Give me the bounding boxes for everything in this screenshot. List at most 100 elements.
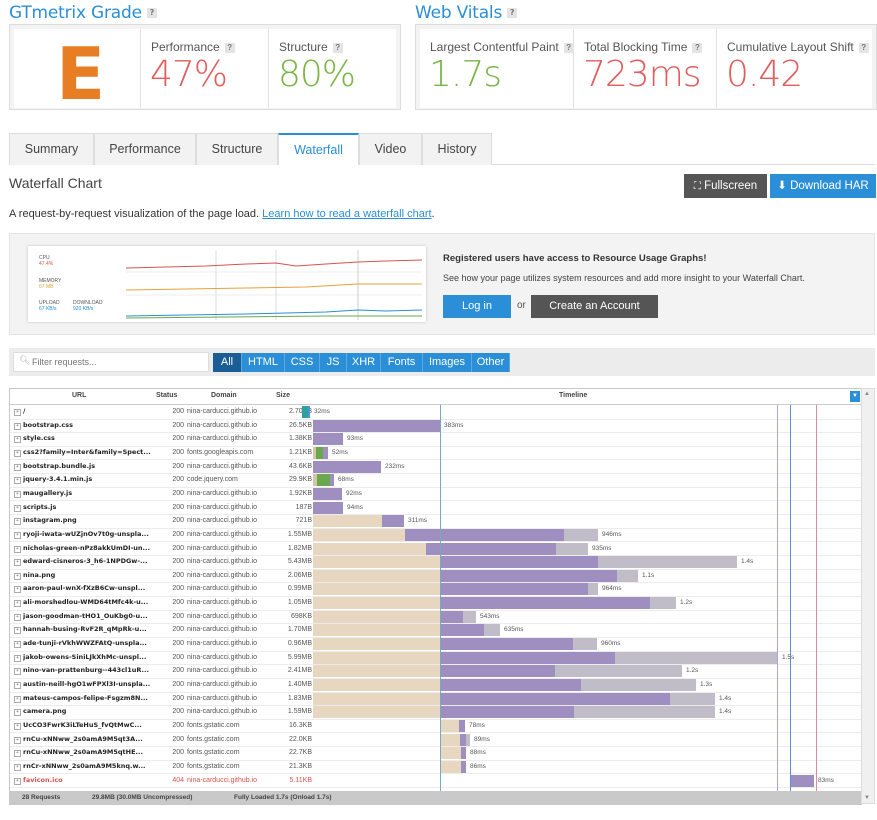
download-har-button[interactable]: ⬇ Download HAR bbox=[770, 174, 876, 198]
timeline-dropdown-icon[interactable]: ▼ bbox=[850, 391, 860, 402]
tab-summary[interactable]: Summary bbox=[9, 133, 94, 165]
tab-video[interactable]: Video bbox=[359, 133, 422, 165]
help-icon[interactable]: ? bbox=[224, 42, 235, 53]
request-domain: nina-carducci.github.io bbox=[187, 517, 258, 525]
tab-performance[interactable]: Performance bbox=[94, 133, 196, 165]
timing-bar bbox=[617, 569, 638, 582]
filter-css[interactable]: CSS bbox=[285, 353, 320, 372]
request-time: 94ms bbox=[347, 503, 363, 511]
expand-row-icon[interactable]: + bbox=[14, 559, 21, 567]
table-row[interactable]: + bootstrap.css 200 nina-carducci.github.io… bbox=[10, 419, 861, 434]
table-row[interactable]: + austin-neill-hgO1wFPXl3I-unspla... 200 ni… bbox=[10, 678, 861, 693]
table-row[interactable]: + UcCO3FwrK3iLTeHuS_fvQtMwC... 200 fonts.gs… bbox=[10, 719, 861, 734]
request-domain: nina-carducci.github.io bbox=[187, 530, 258, 538]
create-account-button[interactable]: Create an Account bbox=[531, 295, 658, 318]
login-button[interactable]: Log in bbox=[443, 295, 511, 318]
tab-history[interactable]: History bbox=[422, 133, 492, 165]
filter-input[interactable] bbox=[30, 354, 204, 370]
table-row[interactable]: + aaron-paul-wnX-fXzB6Cw-unspl... 200 nina-… bbox=[10, 582, 861, 597]
request-domain: nina-carducci.github.io bbox=[187, 681, 258, 688]
section-title: Waterfall Chart bbox=[9, 175, 102, 191]
filter-images[interactable]: Images bbox=[423, 353, 472, 372]
table-row[interactable]: + camera.png 200 nina-carducci.github.io 1.5… bbox=[10, 705, 861, 720]
fullscreen-button[interactable]: ⛶ Fullscreen bbox=[684, 174, 767, 198]
waterfall-scrollbar[interactable]: ▲ ▼ bbox=[861, 388, 875, 804]
expand-row-icon[interactable]: + bbox=[14, 627, 21, 635]
expand-row-icon[interactable]: + bbox=[14, 531, 21, 539]
table-row[interactable]: + ryoji-iwata-wUZjnOv7t0g-unspla... 200 nin… bbox=[10, 528, 861, 543]
expand-row-icon[interactable]: + bbox=[14, 504, 21, 512]
expand-row-icon[interactable]: + bbox=[14, 490, 21, 498]
expand-row-icon[interactable]: + bbox=[14, 600, 21, 608]
expand-row-icon[interactable]: + bbox=[14, 763, 21, 771]
table-row[interactable]: +/200 nina-carducci.github.io 2.70KB 32ms bbox=[10, 405, 861, 420]
expand-row-icon[interactable]: + bbox=[14, 449, 21, 457]
table-row[interactable]: + bootstrap.bundle.js 200 nina-carducci.git… bbox=[10, 460, 861, 475]
request-domain: nina-carducci.github.io bbox=[187, 694, 258, 702]
table-row[interactable]: + scripts.js 200 nina-carducci.github.io 187… bbox=[10, 501, 861, 516]
expand-row-icon[interactable]: + bbox=[14, 682, 21, 689]
help-icon[interactable]: ? bbox=[563, 42, 574, 53]
request-status: 200 bbox=[172, 749, 184, 757]
expand-row-icon[interactable]: + bbox=[14, 422, 21, 430]
expand-row-icon[interactable]: + bbox=[14, 586, 21, 594]
tab-waterfall[interactable]: Waterfall bbox=[278, 133, 359, 165]
expand-row-icon[interactable]: + bbox=[14, 654, 21, 662]
expand-row-icon[interactable]: + bbox=[14, 709, 21, 717]
filter-other[interactable]: Other bbox=[472, 353, 510, 372]
table-row[interactable]: + rnCu-xNNww_2s0amA9M5qtHE... 200 fonts.gst… bbox=[10, 746, 861, 761]
expand-row-icon[interactable]: + bbox=[14, 518, 21, 526]
expand-row-icon[interactable]: + bbox=[14, 668, 21, 676]
table-row[interactable]: + ali-morshedlou-WMD64tMfc4k-u... 200 nina-… bbox=[10, 596, 861, 611]
expand-row-icon[interactable]: + bbox=[14, 572, 21, 580]
help-icon[interactable]: ? bbox=[692, 42, 703, 53]
filter-html[interactable]: HTML bbox=[242, 353, 285, 372]
table-row[interactable]: + jakob-owens-SiniLJkXhMc-unspl... 200 nina… bbox=[10, 651, 861, 666]
expand-row-icon[interactable]: + bbox=[14, 463, 21, 471]
expand-row-icon[interactable]: + bbox=[14, 477, 21, 485]
filter-js[interactable]: JS bbox=[320, 353, 347, 372]
expand-row-icon[interactable]: + bbox=[14, 750, 21, 758]
expand-row-icon[interactable]: + bbox=[14, 613, 21, 621]
expand-row-icon[interactable]: + bbox=[14, 545, 21, 553]
timing-bar bbox=[556, 542, 588, 555]
help-icon[interactable]: ? bbox=[146, 8, 157, 18]
first-paint-line bbox=[777, 405, 778, 791]
expand-row-icon[interactable]: + bbox=[14, 736, 21, 744]
request-size: 1.70MB bbox=[287, 626, 312, 634]
help-icon[interactable]: ? bbox=[332, 42, 343, 53]
expand-row-icon[interactable]: + bbox=[14, 777, 21, 785]
filter-all[interactable]: All bbox=[213, 353, 242, 372]
expand-row-icon[interactable]: + bbox=[14, 641, 21, 649]
expand-row-icon[interactable]: + bbox=[14, 695, 21, 703]
filter-input-box[interactable]: 🔍︎ bbox=[13, 352, 209, 372]
table-row[interactable]: + jason-goodman-tHO1_OuKbg0-u... 200 nina-c… bbox=[10, 610, 861, 625]
table-row[interactable]: + ade-tunji-rVkhWWZFAtQ-unspla... 200 nina-… bbox=[10, 637, 861, 652]
learn-waterfall-link[interactable]: Learn how to read a waterfall chart bbox=[262, 208, 431, 220]
help-icon[interactable]: ? bbox=[858, 42, 869, 53]
table-row[interactable]: + maugallery.js 200 nina-carducci.github.io… bbox=[10, 487, 861, 502]
table-row[interactable]: + mateus-campos-felipe-Fsgzm8N... 200 nina-… bbox=[10, 692, 861, 707]
table-row[interactable]: + edward-cisneros-3_h6-1NPDGw-... 200 nina-… bbox=[10, 555, 861, 570]
expand-row-icon[interactable]: + bbox=[14, 436, 21, 444]
onload-line bbox=[790, 405, 791, 791]
table-row[interactable]: + nicholas-green-nPz8akkUmDI-un... 200 nina… bbox=[10, 542, 861, 556]
table-row[interactable]: + css2?family=Inter&family=Spect... 200 fon… bbox=[10, 446, 861, 461]
table-row[interactable]: + jquery-3.4.1.min.js 200 code.jquery.com 29… bbox=[10, 473, 861, 488]
table-row[interactable]: + hannah-busing-RvF2R_qMpRk-u... 200 nina-c… bbox=[10, 623, 861, 638]
tab-structure[interactable]: Structure bbox=[196, 133, 278, 165]
filter-xhr[interactable]: XHR bbox=[347, 353, 381, 372]
request-domain: nina-carducci.github.io bbox=[187, 462, 258, 470]
filter-fonts[interactable]: Fonts bbox=[381, 353, 423, 372]
expand-row-icon[interactable]: + bbox=[14, 722, 21, 730]
table-row[interactable]: + rnCr-xNNww_2s0amA9M5knq.w... 200 fonts.gs… bbox=[10, 760, 861, 775]
table-row[interactable]: + instagram.png 200 nina-carducci.github.io… bbox=[10, 514, 861, 529]
table-row[interactable]: + favicon.ico 404 nina-carducci.github.io 5.… bbox=[10, 774, 861, 789]
expand-row-icon[interactable]: + bbox=[14, 409, 21, 416]
help-icon[interactable]: ? bbox=[507, 8, 518, 18]
grade-box: E bbox=[14, 29, 141, 116]
table-row[interactable]: + nino-van-prattenburg--443cl1uR... 200 nin… bbox=[10, 664, 861, 679]
table-row[interactable]: + nina.png 200 nina-carducci.github.io 2.06M… bbox=[10, 569, 861, 584]
table-row[interactable]: + rnCu-xNNww_2s0amA9M5qt3A... 200 fonts.gst… bbox=[10, 733, 861, 748]
table-row[interactable]: + style.css 200 nina-carducci.github.io 1.38… bbox=[10, 432, 861, 447]
